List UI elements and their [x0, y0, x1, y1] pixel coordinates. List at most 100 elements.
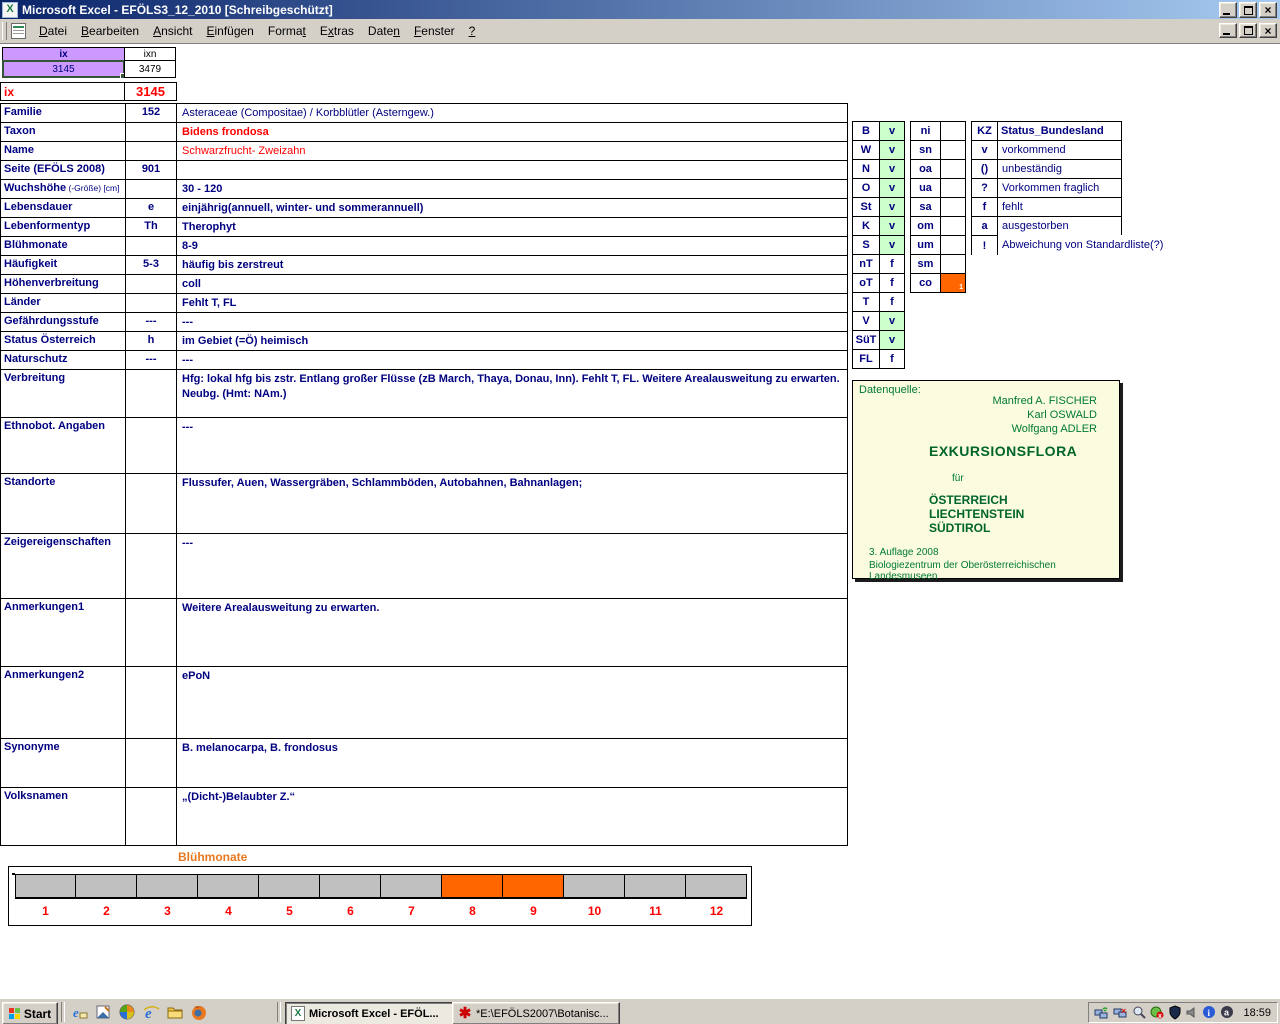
explorer-icon[interactable]	[166, 1003, 185, 1022]
record-label-cell[interactable]: Taxon	[1, 123, 126, 141]
record-value-cell[interactable]: coll	[177, 275, 847, 293]
elevation-value-cell[interactable]	[940, 178, 966, 198]
current-ix-label-cell[interactable]: ix	[0, 82, 125, 101]
bundesland-code-cell[interactable]: nT	[852, 254, 880, 274]
legend-header-kz[interactable]: KZ	[971, 121, 998, 141]
record-label-cell[interactable]: Zeigereigenschaften	[1, 534, 126, 598]
bundesland-status-cell[interactable]: v	[879, 178, 905, 198]
record-value-cell[interactable]: im Gebiet (=Ö) heimisch	[177, 332, 847, 350]
workbook-restore-button[interactable]	[1239, 23, 1257, 38]
process-stopped-icon[interactable]: x	[1150, 1005, 1165, 1020]
elevation-code-cell[interactable]: sm	[910, 254, 941, 274]
index-value-ixn-cell[interactable]: 3479	[124, 60, 176, 78]
close-button[interactable]: ×	[1259, 2, 1277, 18]
record-code-cell[interactable]	[126, 123, 177, 141]
record-value-cell[interactable]	[177, 161, 847, 179]
firefox-icon[interactable]	[190, 1003, 209, 1022]
legend-symbol-cell[interactable]: !	[971, 235, 998, 255]
record-code-cell[interactable]	[126, 739, 177, 787]
show-desktop-icon[interactable]	[94, 1003, 113, 1022]
record-code-cell[interactable]	[126, 667, 177, 738]
record-label-cell[interactable]: Höhenverbreitung	[1, 275, 126, 293]
bundesland-status-cell[interactable]: v	[879, 235, 905, 255]
record-code-cell[interactable]	[126, 370, 177, 417]
record-code-cell[interactable]	[126, 294, 177, 312]
record-code-cell[interactable]	[126, 237, 177, 255]
elevation-value-cell[interactable]	[940, 216, 966, 236]
bundesland-status-cell[interactable]: f	[879, 349, 905, 369]
record-label-cell[interactable]: Ethnobot. Angaben	[1, 418, 126, 473]
record-label-cell[interactable]: Name	[1, 142, 126, 160]
record-value-cell[interactable]: ---	[177, 418, 847, 473]
legend-header-title[interactable]: Status_Bundesland	[997, 121, 1122, 141]
record-value-cell[interactable]: Flussufer, Auen, Wassergräben, Schlammbö…	[177, 474, 847, 533]
bundesland-code-cell[interactable]: T	[852, 292, 880, 312]
bundesland-code-cell[interactable]: K	[852, 216, 880, 236]
elevation-code-cell[interactable]: ni	[910, 121, 941, 141]
minimize-button[interactable]	[1219, 2, 1237, 18]
record-value-cell[interactable]: 30 - 120	[177, 180, 847, 198]
record-value-cell[interactable]: „(Dicht-)Belaubter Z.“	[177, 788, 847, 845]
info-icon[interactable]: i	[1202, 1005, 1217, 1020]
legend-text-cell[interactable]: Abweichung von Standardliste(?)	[998, 235, 1178, 255]
elevation-code-cell[interactable]: co	[910, 273, 941, 293]
elevation-value-cell[interactable]	[940, 197, 966, 217]
elevation-value-cell[interactable]: 1	[940, 273, 966, 293]
record-code-cell[interactable]: 152	[126, 104, 177, 122]
record-label-cell[interactable]: Anmerkungen2	[1, 667, 126, 738]
search-icon[interactable]	[1132, 1005, 1147, 1020]
menu-bearbeiten[interactable]: Bearbeiten	[74, 22, 146, 40]
record-value-cell[interactable]: Weitere Arealausweitung zu erwarten.	[177, 599, 847, 666]
bundesland-status-cell[interactable]: v	[879, 159, 905, 179]
record-label-cell[interactable]: Lebenformentyp	[1, 218, 126, 236]
record-label-cell[interactable]: Wuchshöhe (-Größe) [cm]	[1, 180, 126, 198]
record-code-cell[interactable]	[126, 418, 177, 473]
legend-text-cell[interactable]: Vorkommen fraglich	[997, 178, 1122, 198]
record-value-cell[interactable]: Bidens frondosa	[177, 123, 847, 141]
index-header-ix[interactable]: ix	[2, 47, 125, 61]
record-label-cell[interactable]: Gefährdungsstufe	[1, 313, 126, 331]
media-player-icon[interactable]	[118, 1003, 137, 1022]
elevation-code-cell[interactable]: oa	[910, 159, 941, 179]
internet-explorer-icon[interactable]: e	[142, 1003, 161, 1022]
legend-symbol-cell[interactable]: v	[971, 140, 998, 160]
record-code-cell[interactable]: 5-3	[126, 256, 177, 274]
elevation-value-cell[interactable]	[940, 159, 966, 179]
record-label-cell[interactable]: Lebensdauer	[1, 199, 126, 217]
menu-ansicht[interactable]: Ansicht	[146, 22, 199, 40]
legend-symbol-cell[interactable]: ()	[971, 159, 998, 179]
menu-datei[interactable]: Datei	[32, 22, 74, 40]
bundesland-status-cell[interactable]: f	[879, 254, 905, 274]
record-code-cell[interactable]	[126, 534, 177, 598]
bundesland-status-cell[interactable]: v	[879, 330, 905, 350]
record-value-cell[interactable]: Therophyt	[177, 218, 847, 236]
bundesland-code-cell[interactable]: St	[852, 197, 880, 217]
restore-button[interactable]	[1239, 2, 1257, 18]
network-offline-icon[interactable]: ×	[1113, 1005, 1129, 1020]
legend-symbol-cell[interactable]: ?	[971, 178, 998, 198]
legend-symbol-cell[interactable]: f	[971, 197, 998, 217]
bundesland-code-cell[interactable]: oT	[852, 273, 880, 293]
bloom-months-chart[interactable]: 1 2 3 4 5 6 7 8 9 10 11 12	[8, 866, 752, 926]
workbook-minimize-button[interactable]	[1219, 23, 1237, 38]
record-code-cell[interactable]: 901	[126, 161, 177, 179]
bundesland-code-cell[interactable]: FL	[852, 349, 880, 369]
record-value-cell[interactable]: Hfg: lokal hfg bis zstr. Entlang großer …	[177, 370, 847, 417]
elevation-code-cell[interactable]: sn	[910, 140, 941, 160]
elevation-value-cell[interactable]	[940, 254, 966, 274]
task-button-image-viewer[interactable]: ✱ *E:\EFÖLS2007\Botanisc...	[452, 1002, 620, 1024]
record-code-cell[interactable]	[126, 142, 177, 160]
record-code-cell[interactable]: ---	[126, 313, 177, 331]
shield-icon[interactable]	[1168, 1005, 1182, 1020]
record-value-cell[interactable]: 8-9	[177, 237, 847, 255]
record-code-cell[interactable]	[126, 599, 177, 666]
bundesland-code-cell[interactable]: SüT	[852, 330, 880, 350]
index-header-ixn[interactable]: ixn	[124, 47, 176, 61]
bundesland-code-cell[interactable]: W	[852, 140, 880, 160]
bundesland-code-cell[interactable]: V	[852, 311, 880, 331]
record-value-cell[interactable]: B. melanocarpa, B. frondosus	[177, 739, 847, 787]
elevation-code-cell[interactable]: sa	[910, 197, 941, 217]
legend-text-cell[interactable]: unbeständig	[997, 159, 1122, 179]
legend-text-cell[interactable]: vorkommend	[997, 140, 1122, 160]
menu-fenster[interactable]: Fenster	[407, 22, 462, 40]
